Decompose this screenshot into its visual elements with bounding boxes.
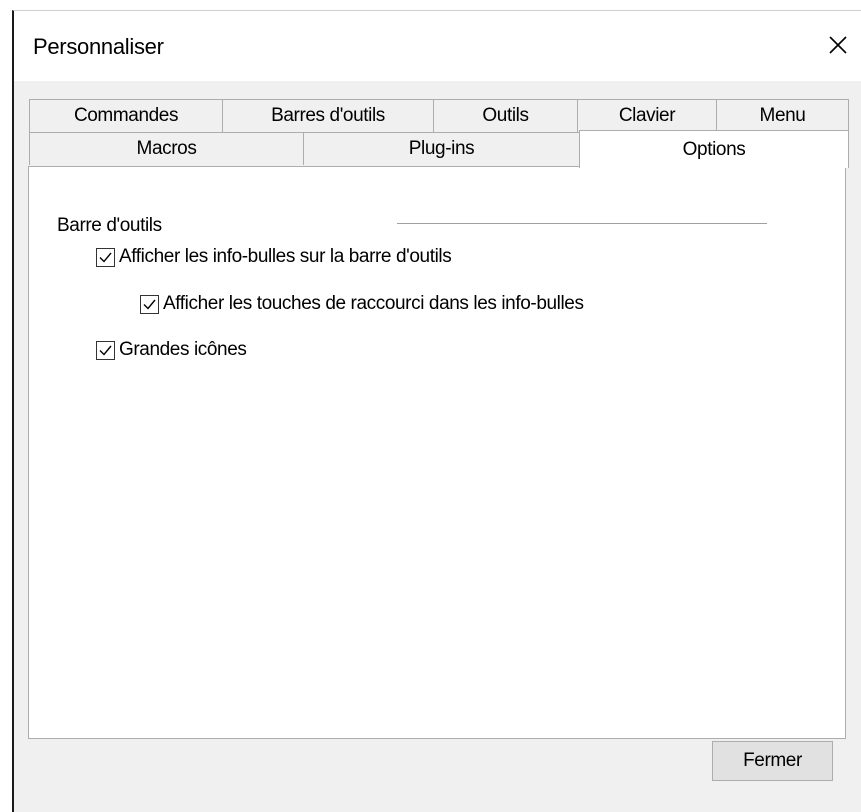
- tab-clavier[interactable]: Clavier: [577, 99, 717, 132]
- checkbox-box[interactable]: [96, 247, 115, 267]
- checkmark-icon: [143, 299, 156, 310]
- checkmark-icon: [99, 345, 112, 356]
- checkmark-icon: [99, 252, 112, 263]
- large-icons-label: Grandes icônes: [119, 339, 247, 360]
- group-label-toolbar: Barre d'outils: [57, 215, 162, 236]
- checkbox-box[interactable]: [96, 340, 115, 360]
- tab-options[interactable]: Options: [579, 130, 849, 168]
- options-panel: Barre d'outils Afficher les info-bulles …: [28, 166, 846, 739]
- tab-outils[interactable]: Outils: [433, 99, 578, 132]
- fermer-button[interactable]: Fermer: [712, 741, 833, 781]
- tab-plug-ins[interactable]: Plug-ins: [303, 132, 580, 165]
- show-tooltips-checkbox[interactable]: Afficher les info-bulles sur la barre d'…: [96, 246, 452, 268]
- group-divider: [397, 223, 767, 224]
- customize-dialog: Personnaliser Commandes Barres d'outils …: [12, 10, 861, 812]
- tab-commandes[interactable]: Commandes: [29, 99, 223, 132]
- tab-macros[interactable]: Macros: [29, 132, 304, 165]
- dialog-title: Personnaliser: [33, 34, 164, 59]
- tab-row-top: Commandes Barres d'outils Outils Clavier…: [29, 99, 849, 132]
- show-shortcuts-checkbox[interactable]: Afficher les touches de raccourci dans l…: [140, 293, 584, 315]
- close-button[interactable]: [815, 25, 861, 65]
- show-shortcuts-label: Afficher les touches de raccourci dans l…: [163, 293, 584, 314]
- show-tooltips-label: Afficher les info-bulles sur la barre d'…: [119, 246, 452, 267]
- checkbox-box[interactable]: [140, 294, 159, 314]
- tab-menu[interactable]: Menu: [716, 99, 849, 132]
- title-bar: Personnaliser: [14, 11, 861, 81]
- tab-row-bottom: Macros Plug-ins Options: [29, 130, 849, 168]
- large-icons-checkbox[interactable]: Grandes icônes: [96, 339, 247, 361]
- close-icon: [829, 36, 847, 54]
- tab-barres-outils[interactable]: Barres d'outils: [222, 99, 434, 132]
